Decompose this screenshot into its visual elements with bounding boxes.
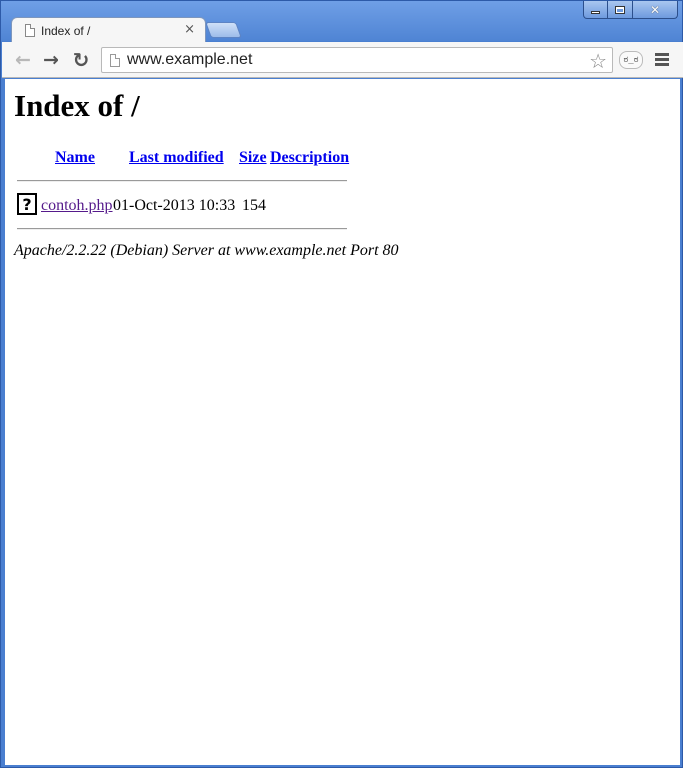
sort-by-description-link[interactable]: Description [270,149,349,167]
maximize-icon [615,5,625,14]
page-content: Index of / Name Last modified Size Descr… [5,79,680,765]
file-last-modified: 01-Oct-2013 10:33 [113,197,236,214]
forward-button[interactable]: → [39,48,63,72]
minimize-button[interactable] [583,1,608,19]
new-tab-button[interactable] [205,22,242,38]
tab-active[interactable]: Index of / × [11,17,206,43]
tab-title: Index of / [41,23,91,38]
sort-by-size-link[interactable]: Size [239,149,267,167]
extension-icon[interactable]: ಠ_ಠ [619,51,643,69]
title-bar: ✕ Index of / × [1,1,682,43]
reload-icon: ↻ [72,48,90,72]
page-icon [25,24,35,37]
server-signature: Apache/2.2.22 (Debian) Server at www.exa… [14,242,399,259]
window-controls: ✕ [583,1,678,19]
divider-top [17,180,347,182]
sort-by-last-modified-link[interactable]: Last modified [129,149,224,167]
sort-by-name-link[interactable]: Name [55,149,95,167]
page-icon [110,53,120,67]
back-button[interactable]: ← [11,48,35,72]
close-window-button[interactable]: ✕ [633,1,678,19]
back-arrow-icon: ← [15,49,31,71]
reload-button[interactable]: ↻ [69,48,93,72]
bookmark-star-icon[interactable]: ☆ [589,49,607,73]
tab-close-icon[interactable]: × [184,22,195,37]
page-title: Index of / [14,88,140,123]
unknown-file-icon: ? [17,193,37,215]
maximize-button[interactable] [608,1,633,19]
minimize-icon [591,11,600,14]
browser-window: ✕ Index of / × ← → ↻ www.example.net ☆ ಠ… [0,0,683,768]
browser-toolbar: ← → ↻ www.example.net ☆ ಠ_ಠ [2,42,683,78]
menu-icon[interactable] [655,53,669,66]
address-bar[interactable]: www.example.net ☆ [101,47,613,73]
url-text[interactable]: www.example.net [127,51,252,69]
divider-bottom [17,228,347,230]
file-link[interactable]: contoh.php [41,197,113,215]
close-icon: ✕ [649,2,661,17]
table-row: ? contoh.php 01-Oct-2013 10:33 154 [17,193,417,219]
file-size: 154 [242,197,266,214]
forward-arrow-icon: → [43,49,59,71]
